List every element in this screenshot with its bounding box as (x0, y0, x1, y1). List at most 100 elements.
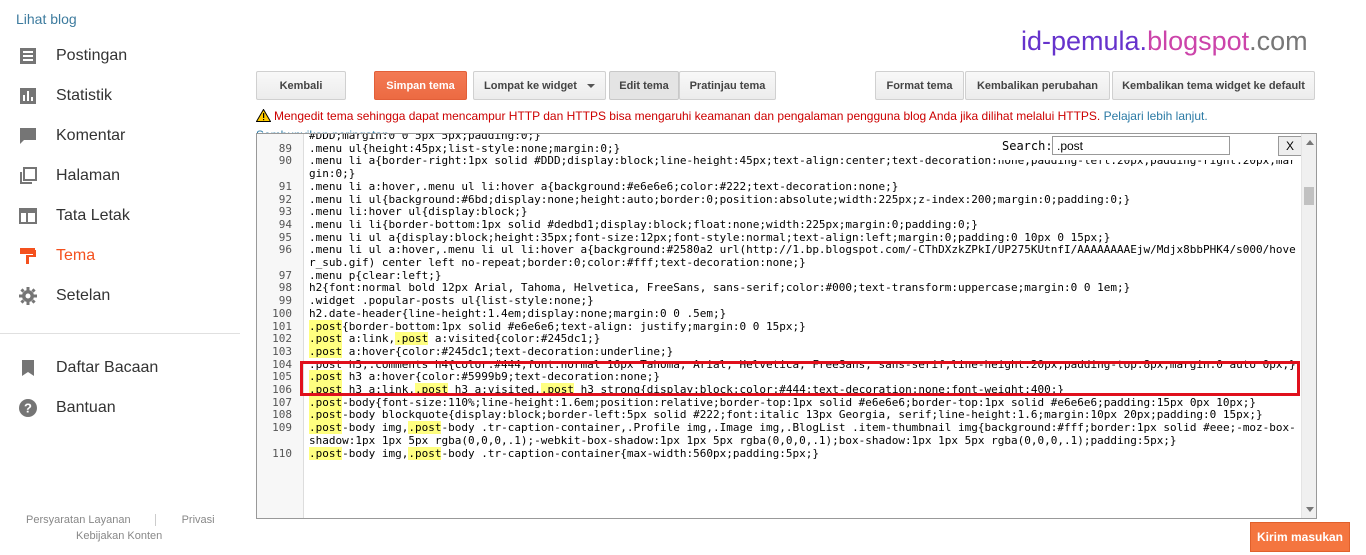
search-match: .post (309, 332, 343, 346)
search-match: .post (309, 446, 343, 460)
line-number: 100 (272, 306, 292, 320)
line-number: 109 (272, 421, 292, 435)
close-search-button[interactable]: X (1278, 136, 1302, 156)
search-match: .post (309, 421, 343, 435)
warning-icon (255, 108, 272, 125)
line-number: 110 (272, 446, 292, 460)
code-text[interactable]: .post-body img,.post-body .tr-caption-co… (304, 446, 1302, 461)
code-line[interactable]: 99 .widget .popular-posts ul{list-style:n… (257, 294, 1302, 308)
settings-icon (18, 286, 38, 306)
search-input[interactable] (1052, 136, 1230, 155)
sidebar-item-daftar-bacaan[interactable]: Daftar Bacaan (0, 348, 240, 388)
code-text[interactable]: .post a:hover{color:#245dc1;text-decorat… (304, 344, 1302, 359)
content-policy-link[interactable]: Kebijakan Konten (76, 530, 162, 542)
sidebar-item-label: Tata Letak (56, 207, 130, 224)
watermark-horizontal: id-pemula.blogspot.com (1021, 26, 1308, 56)
sidebar-item-label: Bantuan (56, 399, 116, 416)
sidebar-item-label: Komentar (56, 127, 126, 144)
code-text[interactable]: h2.date-header{line-height:1.4em;display… (304, 307, 1302, 321)
code-line[interactable]: 94 .menu li li{border-bottom:1px solid #d… (257, 217, 1302, 232)
code-text[interactable]: .menu li li{border-bottom:1px solid #ded… (304, 218, 1302, 232)
bookmark-icon (18, 358, 38, 378)
code-line[interactable]: 109 .post-body img,.post-body .tr-caption… (257, 421, 1302, 447)
sidebar-divider (0, 333, 240, 334)
search-match: .post (408, 421, 442, 435)
preview-theme-button[interactable]: Pratinjau tema (679, 71, 776, 100)
line-number: 91 (278, 179, 292, 193)
sidebar-item-postingan[interactable]: Postingan (0, 36, 240, 76)
sidebar-item-komentar[interactable]: Komentar (0, 116, 240, 156)
learn-more-link[interactable]: Pelajari lebih lanjut. (1104, 109, 1208, 123)
highlight-annotation-box (300, 361, 1300, 396)
jump-to-widget-label: Lompat ke widget (484, 79, 577, 92)
privacy-link[interactable]: Privasi (182, 514, 215, 526)
sidebar: Lihat blog Postingan Statistik Komentar (0, 0, 240, 555)
search-match: .post (309, 395, 343, 409)
format-theme-button[interactable]: Format tema (875, 71, 964, 100)
search-match: .post (309, 344, 343, 358)
posts-icon (18, 46, 38, 66)
sidebar-item-tata-letak[interactable]: Tata Letak (0, 196, 240, 236)
sidebar-item-tema[interactable]: Tema (0, 236, 240, 276)
revert-widget-templates-button[interactable]: Kembalikan tema widget ke default (1112, 71, 1315, 100)
sidebar-item-bantuan[interactable]: ? Bantuan (0, 388, 240, 428)
theme-icon (18, 246, 38, 266)
sidebar-item-label: Setelan (56, 287, 111, 304)
line-number: 103 (272, 344, 292, 358)
scroll-down-icon[interactable] (1306, 507, 1314, 512)
edit-theme-button[interactable]: Edit tema (609, 71, 679, 100)
code-line[interactable]: 103 .post a:hover{color:#245dc1;text-deco… (257, 344, 1302, 359)
terms-link[interactable]: Persyaratan Layanan (26, 514, 131, 526)
code-content[interactable]: #DDD;margin:0 0 5px 5px;padding:0;} 89 .me… (257, 134, 1302, 461)
view-blog-link[interactable]: Lihat blog (16, 11, 77, 27)
sidebar-item-label: Postingan (56, 47, 128, 64)
code-text[interactable]: .widget .popular-posts ul{list-style:non… (304, 294, 1302, 308)
code-line[interactable]: 110 .post-body img,.post-body .tr-caption… (257, 446, 1302, 461)
code-text[interactable]: .post-body img,.post-body .tr-caption-co… (304, 421, 1302, 447)
back-button[interactable]: Kembali (256, 71, 346, 100)
line-number: 90 (278, 154, 292, 168)
layout-icon (18, 206, 38, 226)
sidebar-item-setelan[interactable]: Setelan (0, 276, 240, 316)
send-feedback-button[interactable]: Kirim masukan (1250, 522, 1350, 552)
chevron-down-icon (586, 83, 595, 88)
search-bar: Search: X (998, 134, 1303, 160)
sidebar-item-statistik[interactable]: Statistik (0, 76, 240, 116)
search-match: .post (408, 446, 442, 460)
line-number: 96 (278, 243, 292, 257)
save-theme-button[interactable]: Simpan tema (374, 71, 467, 100)
jump-to-widget-dropdown[interactable]: Lompat ke widget (473, 71, 606, 100)
code-text[interactable]: .menu li ul a:hover,.menu li ul li:hover… (304, 243, 1302, 269)
line-number: 99 (278, 294, 292, 308)
line-number: 106 (272, 383, 292, 397)
code-text[interactable]: .menu li a:hover,.menu ul li:hover a{bac… (304, 180, 1302, 194)
footer-links: Persyaratan Layanan Privasi Kebijakan Ko… (26, 514, 226, 542)
scroll-up-icon[interactable] (1306, 140, 1314, 145)
pages-icon (18, 166, 38, 186)
code-editor[interactable]: #DDD;margin:0 0 5px 5px;padding:0;} 89 .me… (256, 133, 1317, 519)
search-match: .post (395, 332, 429, 346)
watermark-vertical: id-pemula.blogspot.com (205, 160, 499, 460)
sidebar-item-label: Statistik (56, 87, 113, 104)
line-number: 94 (278, 217, 292, 231)
footer-separator (154, 514, 156, 526)
search-match: .post (309, 319, 343, 333)
search-match: .post (309, 408, 343, 422)
sidebar-item-label: Tema (56, 247, 96, 264)
search-label: Search: (1002, 139, 1053, 153)
stats-icon (18, 86, 38, 106)
sidebar-item-label: Daftar Bacaan (56, 359, 159, 376)
svg-text:?: ? (24, 401, 32, 416)
revert-changes-button[interactable]: Kembalikan perubahan (965, 71, 1110, 100)
sidebar-item-halaman[interactable]: Halaman (0, 156, 240, 196)
warning-text: Mengedit tema sehingga dapat mencampur H… (274, 109, 1101, 123)
code-line[interactable]: 96 .menu li ul a:hover,.menu li ul li:hov… (257, 243, 1302, 269)
editor-scrollbar[interactable] (1301, 134, 1316, 518)
sidebar-nav: Postingan Statistik Komentar Halaman Tat… (0, 36, 240, 316)
blogger-theme-editor: Lihat blog Postingan Statistik Komentar (0, 0, 1366, 555)
code-line[interactable]: 100 h2.date-header{line-height:1.4em;disp… (257, 306, 1302, 321)
scroll-thumb[interactable] (1304, 187, 1314, 205)
code-line[interactable]: 91 .menu li a:hover,.menu ul li:hover a{b… (257, 179, 1302, 194)
comments-icon (18, 126, 38, 146)
sidebar-secondary-nav: Daftar Bacaan ? Bantuan (0, 348, 240, 428)
